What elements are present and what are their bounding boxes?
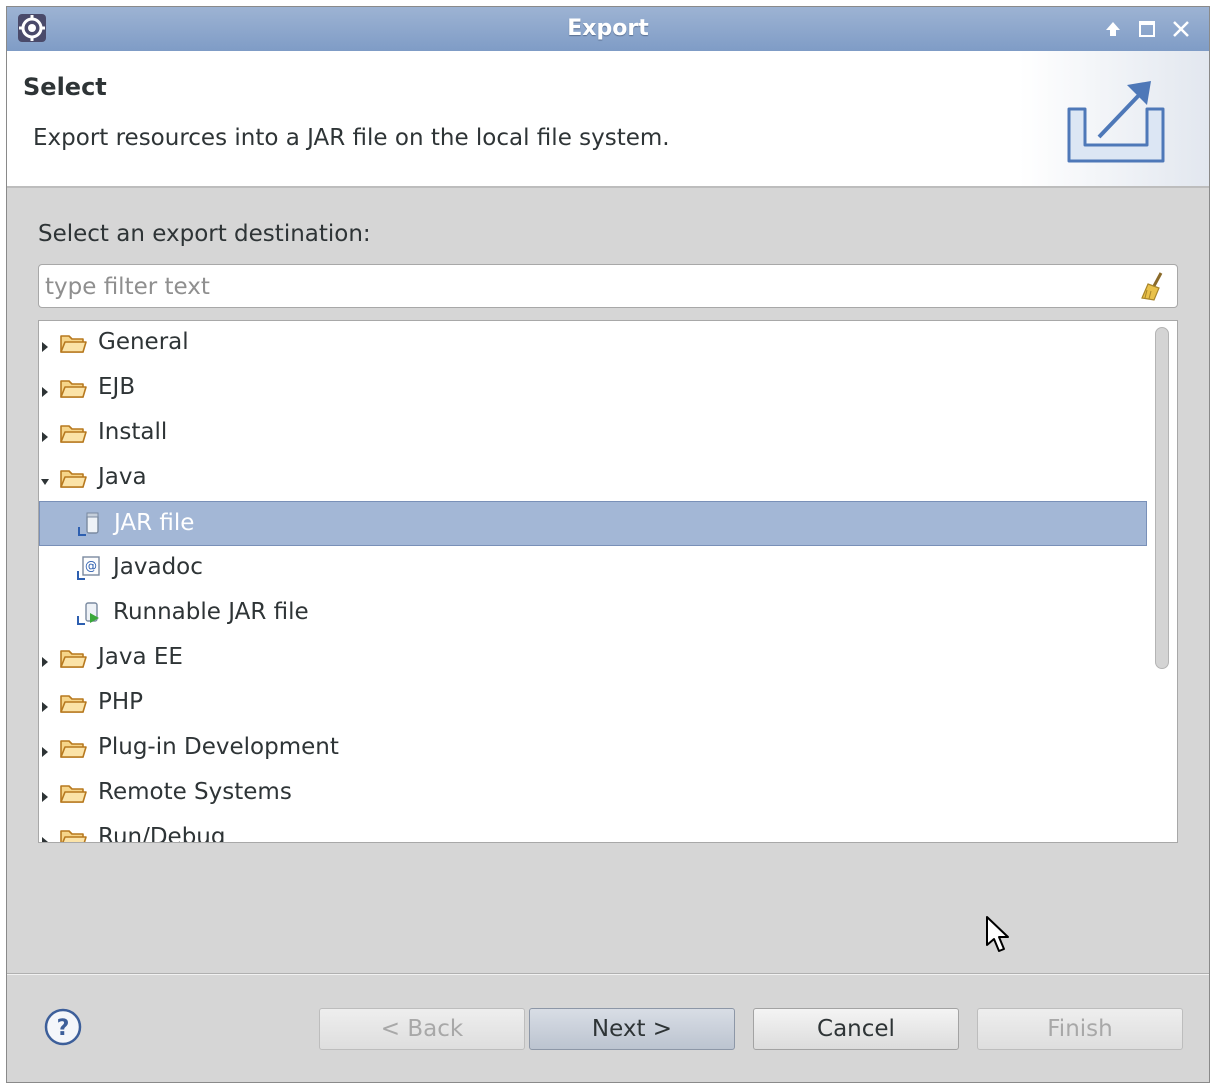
tree-item[interactable]: @ Javadoc <box>39 546 1147 591</box>
folder-icon <box>59 645 87 671</box>
tree-scrollbar[interactable] <box>1147 321 1177 842</box>
folder-icon <box>59 330 87 356</box>
tree-item[interactable]: Java EE <box>39 636 1147 681</box>
tree-item[interactable]: General <box>39 321 1147 366</box>
tree-item-label: Runnable JAR file <box>113 599 309 625</box>
tree-item[interactable]: Run/Debug <box>39 816 1147 843</box>
tree-item-label: General <box>98 329 189 355</box>
tree-item[interactable]: PHP <box>39 681 1147 726</box>
tree-item-label: JAR file <box>114 510 195 536</box>
collapsed-arrow-icon[interactable] <box>40 740 50 757</box>
window-title: Export <box>567 16 649 41</box>
javadoc-icon: @ <box>75 555 103 581</box>
wizard-header: Select Export resources into a JAR file … <box>7 51 1209 188</box>
finish-button[interactable]: Finish <box>977 1008 1183 1050</box>
tree-item[interactable]: JAR file <box>39 501 1147 546</box>
folder-icon <box>59 375 87 401</box>
tree-item[interactable]: Install <box>39 411 1147 456</box>
folder-icon <box>59 825 87 842</box>
tree-item[interactable]: Remote Systems <box>39 771 1147 816</box>
filter-input[interactable] <box>43 269 1127 305</box>
folder-icon <box>59 465 87 491</box>
collapsed-arrow-icon[interactable] <box>40 380 50 397</box>
tree-item-label: Java EE <box>98 644 183 670</box>
destination-tree[interactable]: General EJB Install Java JAR file @ Javadoc Run… <box>38 320 1178 843</box>
close-icon[interactable] <box>1169 17 1193 41</box>
expanded-arrow-icon[interactable] <box>40 470 50 486</box>
tree-item[interactable]: Runnable JAR file <box>39 591 1147 636</box>
filter-field <box>38 264 1178 308</box>
runnable-jar-icon <box>75 600 103 626</box>
export-dialog: Export Select Export resources into a JA… <box>6 6 1210 1083</box>
tree-item-label: Plug-in Development <box>98 734 339 760</box>
svg-text:@: @ <box>85 559 97 573</box>
jar-file-icon <box>76 511 104 537</box>
tree-item-label: Run/Debug <box>98 824 226 843</box>
tree-item[interactable]: EJB <box>39 366 1147 411</box>
collapsed-arrow-icon[interactable] <box>40 785 50 802</box>
page-title: Select <box>23 73 107 101</box>
tree-item-label: EJB <box>98 374 136 400</box>
tree-item-label: Install <box>98 419 168 445</box>
tree-item-label: PHP <box>98 689 144 715</box>
page-description: Export resources into a JAR file on the … <box>33 125 670 151</box>
collapsed-arrow-icon[interactable] <box>40 830 50 842</box>
keep-above-icon[interactable] <box>1101 17 1125 41</box>
tree-item-label: Javadoc <box>113 554 203 580</box>
folder-icon <box>59 780 87 806</box>
tree-item-label: Java <box>98 464 147 490</box>
collapsed-arrow-icon[interactable] <box>40 335 50 352</box>
collapsed-arrow-icon[interactable] <box>40 695 50 712</box>
clear-filter-broom-icon[interactable] <box>1139 270 1167 302</box>
export-wizard-icon <box>1067 81 1165 163</box>
button-bar-separator <box>7 973 1209 975</box>
tree-item[interactable]: Plug-in Development <box>39 726 1147 771</box>
scrollbar-thumb[interactable] <box>1155 327 1169 669</box>
cancel-button[interactable]: Cancel <box>753 1008 959 1050</box>
tree-item[interactable]: Java <box>39 456 1147 501</box>
mouse-pointer-icon <box>985 915 1011 955</box>
back-button[interactable]: < Back <box>319 1008 525 1050</box>
help-icon[interactable]: ? <box>43 1007 83 1047</box>
folder-icon <box>59 420 87 446</box>
maximize-icon[interactable] <box>1135 17 1159 41</box>
tree-item-label: Remote Systems <box>98 779 292 805</box>
next-button[interactable]: Next > <box>529 1008 735 1050</box>
title-bar[interactable]: Export <box>7 7 1209 52</box>
collapsed-arrow-icon[interactable] <box>40 425 50 442</box>
folder-icon <box>59 690 87 716</box>
folder-icon <box>59 735 87 761</box>
destination-label: Select an export destination: <box>38 221 371 247</box>
svg-text:?: ? <box>57 1016 70 1041</box>
collapsed-arrow-icon[interactable] <box>40 650 50 667</box>
